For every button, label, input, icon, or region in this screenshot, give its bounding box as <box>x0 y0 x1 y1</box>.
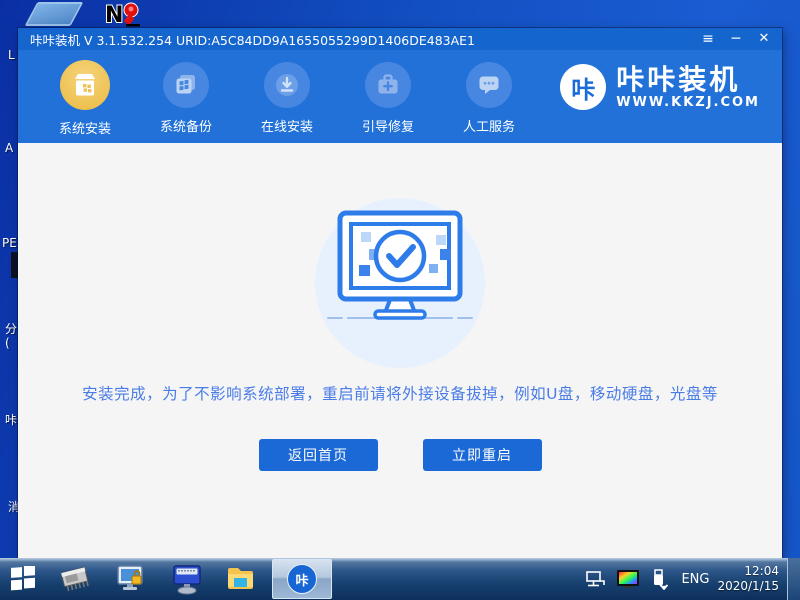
kaka-app-icon: 咔 <box>287 564 317 594</box>
package-icon <box>60 60 110 110</box>
nav-item-system-backup[interactable]: 系统备份 <box>148 58 224 137</box>
window-title: 咔咔装机 V 3.1.532.254 URID:A5C84DD9A1655055… <box>30 30 475 49</box>
start-button[interactable] <box>4 559 42 599</box>
nav-bar: 系统安装 <box>18 50 782 143</box>
download-icon <box>264 62 310 108</box>
taskbar-kaka-app-button[interactable]: 咔 <box>272 559 332 599</box>
brand-url: WWW.KKZJ.COM <box>616 95 760 110</box>
show-desktop-button[interactable] <box>787 558 800 600</box>
taskbar-clock[interactable]: 12:04 2020/1/15 <box>717 564 779 594</box>
nav-label: 系统安装 <box>59 118 111 137</box>
taskbar-screen-lock-icon[interactable] <box>112 559 150 599</box>
usb-device-icon[interactable] <box>650 568 668 590</box>
nav-label: 系统备份 <box>160 116 212 135</box>
title-bar[interactable]: 咔咔装机 V 3.1.532.254 URID:A5C84DD9A1655055… <box>18 28 782 50</box>
taskbar-memory-chip-icon[interactable] <box>56 559 94 599</box>
brand-title: 咔咔装机 <box>616 65 760 95</box>
network-icon[interactable] <box>584 569 606 589</box>
clock-time: 12:04 <box>717 564 779 579</box>
kaka-installer-window: 咔咔装机 V 3.1.532.254 URID:A5C84DD9A1655055… <box>18 28 782 558</box>
menu-icon[interactable]: ≡ <box>694 28 722 50</box>
toolbox-icon <box>365 62 411 108</box>
nav-label: 人工服务 <box>463 116 515 135</box>
taskbar-file-explorer-icon[interactable] <box>222 559 260 599</box>
desktop-icon-label[interactable]: 咔 <box>5 413 17 427</box>
desktop-icon-label[interactable]: PE <box>2 236 17 250</box>
nav-label: 引导修复 <box>362 116 414 135</box>
language-indicator[interactable]: ENG <box>681 572 709 587</box>
desktop-icon-label[interactable]: A <box>5 141 13 155</box>
backup-icon <box>163 62 209 108</box>
chat-icon <box>466 62 512 108</box>
return-home-button[interactable]: 返回首页 <box>259 439 378 471</box>
minimize-icon[interactable]: ─ <box>722 28 750 50</box>
install-complete-monitor-icon <box>305 205 495 325</box>
nav-item-online-install[interactable]: 在线安装 <box>249 58 325 137</box>
desktop-icon-label[interactable]: 分 ( <box>5 322 17 350</box>
desktop-register-key-icon[interactable]: N <box>104 1 146 27</box>
status-message: 安装完成，为了不影响系统部署，重启前请将外接设备拔掉，例如U盘，移动硬盘，光盘等 <box>18 382 782 404</box>
taskbar-on-screen-keyboard-icon[interactable] <box>168 559 206 599</box>
desktop-screen-icon[interactable] <box>25 2 84 26</box>
clock-date: 2020/1/15 <box>717 579 779 594</box>
svg-text:N: N <box>105 3 123 27</box>
nav-item-system-install[interactable]: 系统安装 <box>47 58 123 137</box>
display-color-icon[interactable] <box>616 569 640 589</box>
taskbar: 咔 <box>0 558 800 600</box>
windows-logo-icon <box>10 566 36 592</box>
close-icon[interactable]: ✕ <box>750 28 778 50</box>
desktop-icon-label[interactable]: L <box>8 48 15 62</box>
main-content: 安装完成，为了不影响系统部署，重启前请将外接设备拔掉，例如U盘，移动硬盘，光盘等… <box>18 143 782 558</box>
nav-label: 在线安装 <box>261 116 313 135</box>
restart-now-button[interactable]: 立即重启 <box>423 439 542 471</box>
kaka-logo-icon: 咔 <box>560 64 606 110</box>
desktop: N L A PE 分 ( 咔 消 咔咔装机 V 3.1.532.254 URID… <box>0 0 800 600</box>
nav-item-human-service[interactable]: 人工服务 <box>451 58 527 137</box>
system-tray: ENG 12:04 2020/1/15 <box>579 558 800 600</box>
nav-item-boot-repair[interactable]: 引导修复 <box>350 58 426 137</box>
brand-logo: 咔 咔咔装机 WWW.KKZJ.COM <box>560 64 760 110</box>
